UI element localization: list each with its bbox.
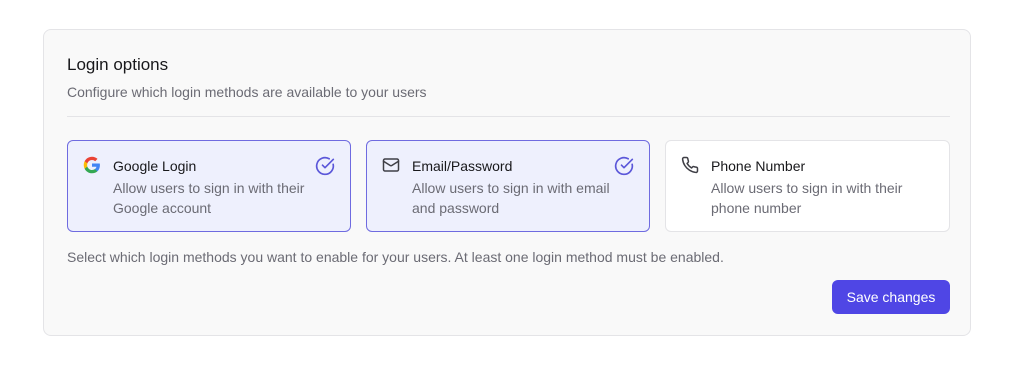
option-description: Allow users to sign in with their Google… [113, 180, 305, 216]
google-icon [83, 156, 100, 174]
mail-icon [382, 158, 400, 172]
helper-text: Select which login methods you want to e… [67, 249, 724, 265]
section-title: Login options [67, 55, 169, 74]
option-phone-number[interactable]: Phone Number Allow users to sign in with… [665, 140, 950, 232]
option-title: Google Login [113, 158, 197, 174]
section-subtitle: Configure which login methods are availa… [67, 84, 427, 100]
check-circle-icon [315, 156, 335, 176]
phone-icon [681, 156, 699, 174]
check-circle-icon [614, 156, 634, 176]
option-title: Email/Password [412, 158, 513, 174]
divider [67, 116, 950, 117]
option-google-login[interactable]: Google Login Allow users to sign in with… [67, 140, 351, 232]
option-email-password[interactable]: Email/Password Allow users to sign in wi… [366, 140, 650, 232]
login-method-options: Google Login Allow users to sign in with… [67, 140, 950, 232]
option-description: Allow users to sign in with email and pa… [412, 180, 610, 216]
option-title: Phone Number [711, 158, 806, 174]
option-description: Allow users to sign in with their phone … [711, 180, 903, 216]
login-options-card: Login options Configure which login meth… [43, 29, 971, 336]
save-changes-button[interactable]: Save changes [832, 280, 950, 314]
